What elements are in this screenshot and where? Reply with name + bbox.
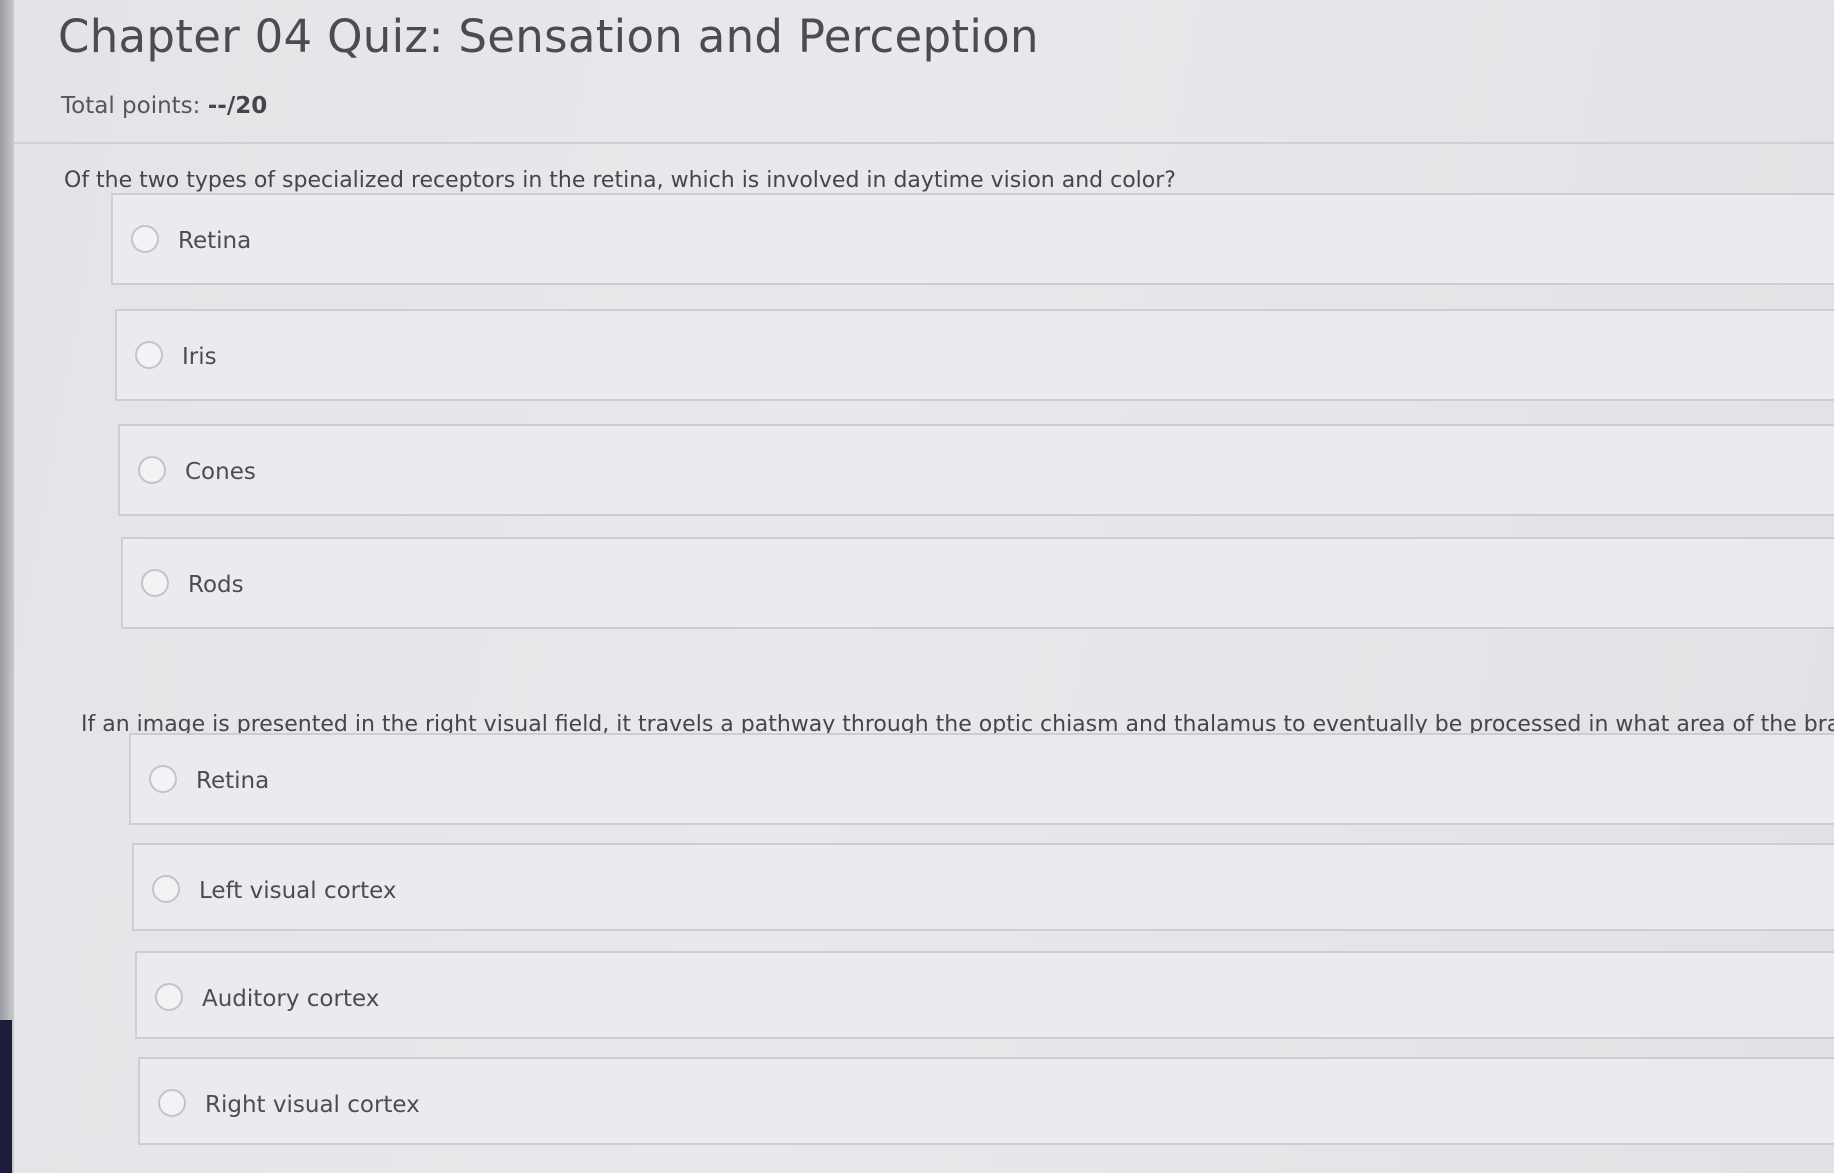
screen-bezel-dark	[0, 1020, 12, 1173]
q1-option-rods[interactable]: Rods	[121, 537, 1834, 629]
option-label: Left visual cortex	[199, 878, 397, 904]
total-points-value: --/20	[207, 93, 268, 119]
q2-option-auditory-cortex[interactable]: Auditory cortex	[135, 951, 1834, 1039]
option-label: Right visual cortex	[205, 1092, 420, 1118]
option-label: Retina	[196, 768, 270, 794]
quiz-screen: Chapter 04 Quiz: Sensation and Perceptio…	[0, 0, 1834, 1173]
option-label: Iris	[182, 344, 217, 370]
page-title: Chapter 04 Quiz: Sensation and Perceptio…	[58, 10, 1039, 63]
q2-option-right-visual-cortex[interactable]: Right visual cortex	[138, 1057, 1834, 1145]
radio-unchecked-icon[interactable]	[152, 875, 180, 903]
screen-bezel	[0, 0, 14, 1173]
radio-unchecked-icon[interactable]	[158, 1089, 186, 1117]
radio-unchecked-icon[interactable]	[131, 225, 159, 253]
header-divider	[14, 142, 1834, 144]
q1-option-cones[interactable]: Cones	[118, 424, 1834, 516]
total-points-label: Total points:	[61, 93, 208, 119]
radio-unchecked-icon[interactable]	[141, 569, 169, 597]
q1-option-iris[interactable]: Iris	[115, 309, 1834, 401]
q2-option-left-visual-cortex[interactable]: Left visual cortex	[132, 843, 1834, 931]
option-label: Cones	[185, 459, 256, 485]
q1-option-retina[interactable]: Retina	[111, 193, 1834, 285]
q2-option-retina[interactable]: Retina	[129, 733, 1834, 825]
option-label: Retina	[178, 228, 252, 254]
option-label: Auditory cortex	[202, 986, 380, 1012]
option-label: Rods	[188, 572, 244, 598]
radio-unchecked-icon[interactable]	[155, 983, 183, 1011]
radio-unchecked-icon[interactable]	[135, 341, 163, 369]
radio-unchecked-icon[interactable]	[149, 765, 177, 793]
question-1-text: Of the two types of specialized receptor…	[64, 168, 1176, 193]
total-points: Total points: --/20	[61, 93, 267, 119]
radio-unchecked-icon[interactable]	[138, 456, 166, 484]
